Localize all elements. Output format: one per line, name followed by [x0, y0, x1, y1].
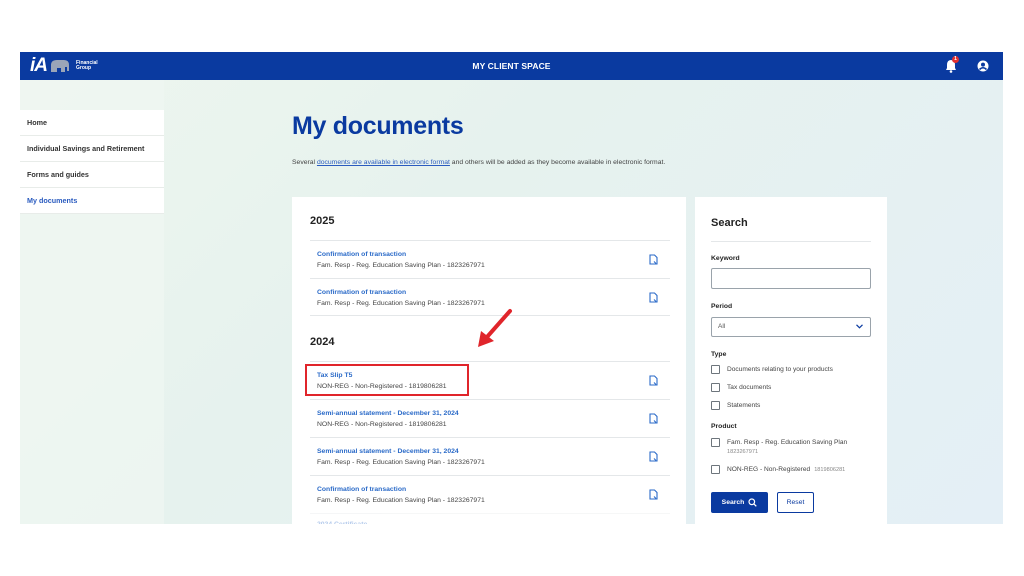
keyword-label: Keyword: [711, 255, 740, 262]
type-label: Type: [711, 351, 727, 358]
reset-button[interactable]: Reset: [777, 492, 814, 513]
document-row[interactable]: Semi-annual statement - December 31, 202…: [310, 399, 670, 437]
document-title[interactable]: Confirmation of transaction: [317, 251, 406, 258]
product-number: 1823267971: [727, 449, 759, 455]
document-download-icon[interactable]: [649, 254, 658, 265]
keyword-input[interactable]: [711, 268, 871, 289]
document-title[interactable]: Semi-annual statement - December 31, 202…: [317, 448, 459, 455]
document-row[interactable]: 2024 Certificate: [310, 513, 670, 524]
document-subtitle: Fam. Resp - Reg. Education Saving Plan -…: [317, 459, 485, 466]
search-icon: [748, 498, 758, 507]
document-download-icon[interactable]: [649, 413, 658, 424]
sidebar-item-forms-and-guides[interactable]: Forms and guides: [20, 162, 164, 188]
intro-text-start: Several: [292, 159, 317, 166]
checkbox-label: Documents relating to your products: [727, 366, 833, 373]
document-subtitle: NON-REG - Non-Registered - 1819806281: [317, 421, 447, 428]
period-select[interactable]: All: [711, 317, 871, 337]
document-download-icon[interactable]: [649, 292, 658, 303]
checkbox-label: Fam. Resp - Reg. Education Saving Plan 18…: [727, 438, 862, 457]
document-subtitle: Fam. Resp - Reg. Education Saving Plan -…: [317, 262, 485, 269]
year-heading-2025: 2025: [310, 215, 335, 227]
search-button-label: Search: [721, 499, 745, 506]
notification-badge: 1: [952, 56, 959, 63]
product-label: Product: [711, 423, 737, 430]
page-title: My documents: [292, 112, 464, 140]
type-option-products[interactable]: Documents relating to your products: [711, 365, 833, 374]
product-name: Fam. Resp - Reg. Education Saving Plan: [727, 439, 848, 446]
document-subtitle: Fam. Resp - Reg. Education Saving Plan -…: [317, 497, 485, 504]
search-title: Search: [711, 217, 748, 229]
document-title[interactable]: 2024 Certificate: [317, 521, 367, 524]
document-download-icon[interactable]: [649, 489, 658, 500]
highlight-box: [305, 364, 469, 396]
document-row[interactable]: Semi-annual statement - December 31, 202…: [310, 437, 670, 475]
period-label: Period: [711, 303, 733, 310]
documents-list-card: 2025 Confirmation of transaction Fam. Re…: [292, 197, 686, 524]
product-number: 1819806281: [814, 467, 846, 473]
checkbox-label: NON-REG - Non-Registered 1819806281: [727, 465, 845, 475]
document-title[interactable]: Semi-annual statement - December 31, 202…: [317, 410, 459, 417]
top-navigation-bar: iA Financial Group MY CLIENT SPACE 1: [20, 52, 1003, 80]
period-selected-value: All: [718, 323, 726, 330]
user-icon[interactable]: [977, 60, 989, 72]
app-title: MY CLIENT SPACE: [472, 61, 551, 71]
app-window: iA Financial Group MY CLIENT SPACE 1 Hom…: [20, 52, 1003, 524]
product-name: NON-REG - Non-Registered: [727, 466, 811, 473]
search-button[interactable]: Search: [711, 492, 768, 513]
sidebar-nav: Home Individual Savings and Retirement F…: [20, 110, 164, 214]
checkbox[interactable]: [711, 465, 720, 474]
document-download-icon[interactable]: [649, 375, 658, 386]
document-download-icon[interactable]: [649, 451, 658, 462]
sidebar-item-home[interactable]: Home: [20, 110, 164, 136]
type-option-statements[interactable]: Statements: [711, 401, 760, 410]
intro-text-end: and others will be added as they become …: [449, 159, 666, 166]
sidebar-item-my-documents[interactable]: My documents: [20, 188, 164, 214]
product-option-non-reg[interactable]: NON-REG - Non-Registered 1819806281: [711, 465, 845, 475]
document-row[interactable]: Confirmation of transaction Fam. Resp - …: [310, 240, 670, 278]
checkbox-label: Statements: [727, 402, 761, 409]
checkbox[interactable]: [711, 383, 720, 392]
sidebar-item-individual-savings[interactable]: Individual Savings and Retirement: [20, 136, 164, 162]
checkbox-label: Tax documents: [727, 384, 772, 391]
chevron-down-icon: [856, 324, 863, 329]
search-panel: Search Keyword Period All Type Documents…: [695, 197, 887, 524]
intro-text: Several documents are available in elect…: [292, 158, 672, 167]
year-heading-2024: 2024: [310, 336, 335, 348]
document-title[interactable]: Confirmation of transaction: [317, 289, 406, 296]
document-title[interactable]: Confirmation of transaction: [317, 486, 406, 493]
product-option-resp[interactable]: Fam. Resp - Reg. Education Saving Plan 18…: [711, 438, 862, 457]
document-row[interactable]: Confirmation of transaction Fam. Resp - …: [310, 475, 670, 513]
document-subtitle: Fam. Resp - Reg. Education Saving Plan -…: [317, 300, 485, 307]
divider: [711, 241, 871, 242]
type-option-tax-documents[interactable]: Tax documents: [711, 383, 771, 392]
checkbox[interactable]: [711, 438, 720, 447]
electronic-documents-link[interactable]: documents are available in electronic fo…: [317, 159, 450, 166]
checkbox[interactable]: [711, 401, 720, 410]
checkbox[interactable]: [711, 365, 720, 374]
red-arrow-annotation: [478, 309, 512, 347]
